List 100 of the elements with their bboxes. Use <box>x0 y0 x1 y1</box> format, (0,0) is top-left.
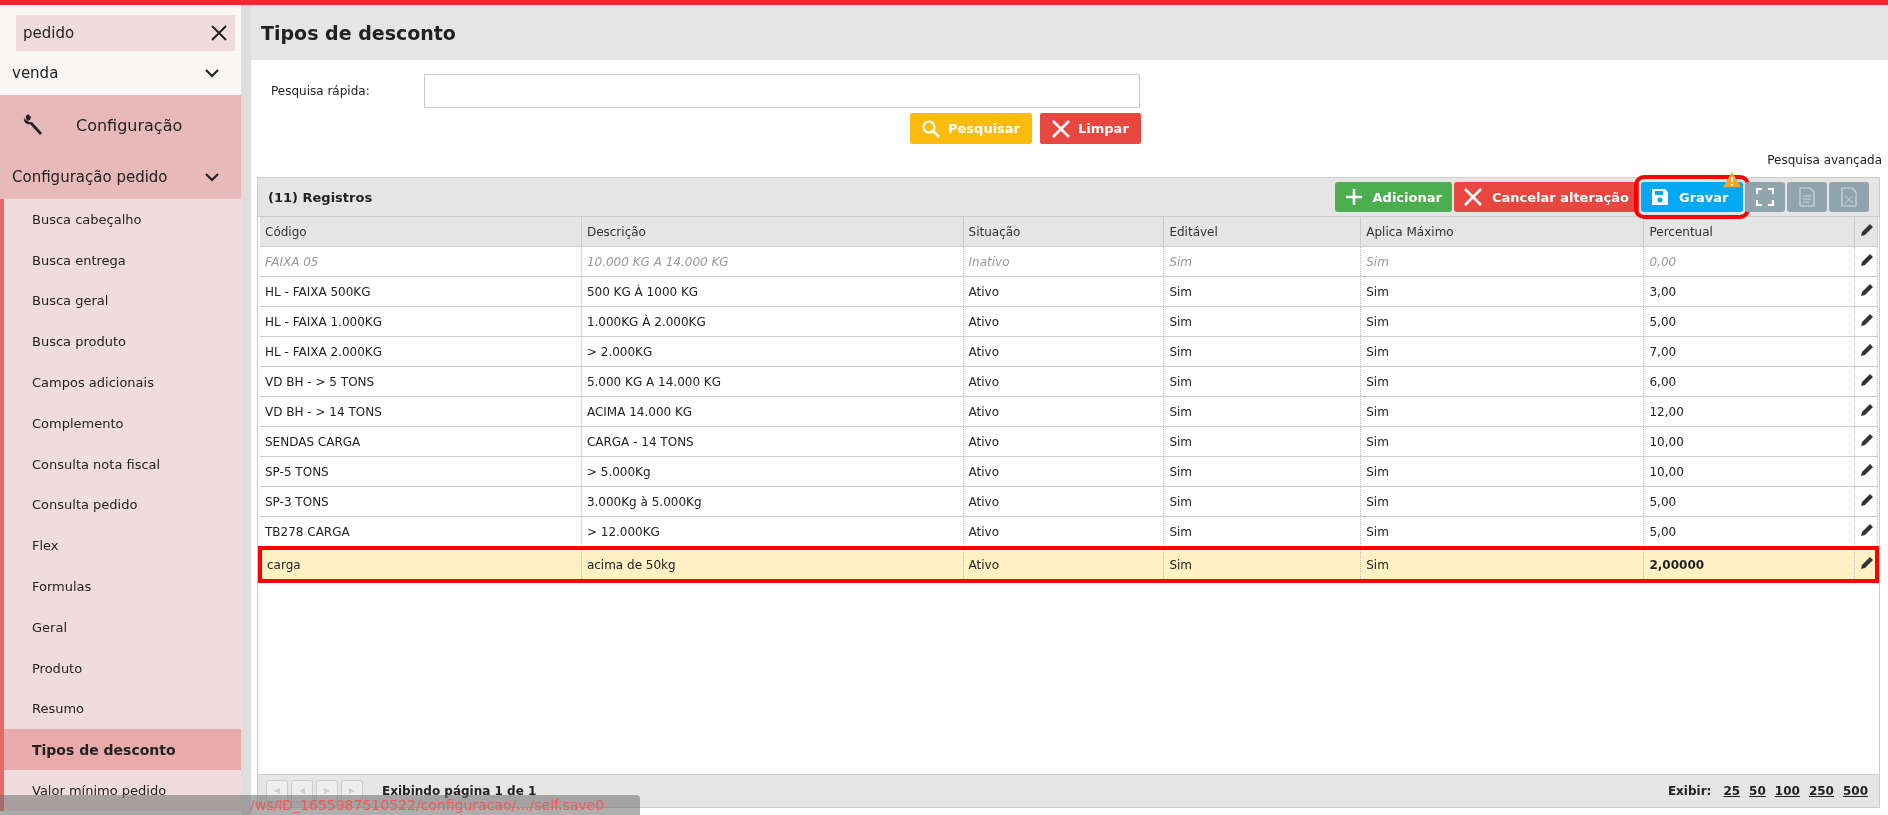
pencil-icon[interactable] <box>1859 462 1876 478</box>
menu-group[interactable]: venda <box>0 51 241 95</box>
advanced-search-link[interactable]: Pesquisa avançada <box>1767 153 1882 167</box>
table-cell: acima de 50kg <box>581 548 964 581</box>
table-cell: Sim <box>1360 246 1644 277</box>
menu-item[interactable]: Busca produto <box>0 321 241 363</box>
table-cell: 6,00 <box>1643 366 1855 397</box>
chevron-down-icon <box>205 68 219 78</box>
table-cell: 0,00 <box>1643 246 1855 277</box>
table-cell: Ativo <box>963 396 1164 427</box>
page-size-link[interactable]: 500 <box>1842 784 1868 798</box>
column-header[interactable]: Aplica Máximo <box>1360 217 1644 247</box>
triangle-icon <box>322 787 332 795</box>
pencil-icon[interactable] <box>1859 555 1876 571</box>
menu-group[interactable]: Configuração pedido <box>0 155 241 199</box>
table-cell: SENDAS CARGA <box>260 426 582 457</box>
page-size-link[interactable]: 50 <box>1749 784 1766 798</box>
column-header[interactable]: Editável <box>1163 217 1361 247</box>
pencil-icon[interactable] <box>1859 312 1876 328</box>
group-label: venda <box>12 64 59 82</box>
close-icon <box>1463 188 1482 206</box>
menu-item[interactable]: Complemento <box>0 403 241 444</box>
menu-item[interactable]: Flex <box>0 525 241 567</box>
table-cell: Ativo <box>963 306 1164 337</box>
table-cell: Sim <box>1163 246 1361 277</box>
table-cell: Ativo <box>963 426 1164 457</box>
table-cell: VD BH - > 5 TONS <box>260 366 582 397</box>
table-cell: Sim <box>1360 306 1644 337</box>
table-cell: Ativo <box>963 336 1164 367</box>
table-cell: SP-3 TONS <box>260 486 582 517</box>
page-size-link[interactable]: 100 <box>1774 784 1800 798</box>
table-cell: 500 KG À 1000 KG <box>581 276 964 307</box>
table-cell: FAIXA 05 <box>260 246 582 277</box>
record-count: (11) Registros <box>268 189 373 205</box>
table-cell: HL - FAIXA 1.000KG <box>260 306 582 337</box>
column-header[interactable]: Descrição <box>581 217 964 247</box>
close-icon <box>1052 119 1071 138</box>
menu-item[interactable]: Campos adicionais <box>0 362 241 403</box>
menu-item[interactable]: Busca geral <box>0 280 241 322</box>
field-label: Pesquisa rápida: <box>271 84 371 98</box>
table-cell: Sim <box>1360 548 1644 581</box>
table-cell: Ativo <box>963 456 1164 487</box>
table-cell: 3,00 <box>1643 276 1855 307</box>
xls-file-icon <box>1840 187 1858 207</box>
column-header[interactable]: Código <box>260 217 582 247</box>
menu-item[interactable]: Consulta pedido <box>0 484 241 526</box>
fullscreen-icon <box>1756 188 1774 206</box>
menu-search-bar[interactable]: pedido <box>16 15 235 51</box>
pencil-icon[interactable] <box>1859 402 1876 418</box>
table-cell: 10,00 <box>1643 456 1855 487</box>
table-cell: 10.000 KG A 14.000 KG <box>581 246 964 277</box>
fullscreen-button[interactable] <box>1745 182 1785 212</box>
table-cell: Ativo <box>963 486 1164 517</box>
menu-module[interactable]: Configuração <box>0 95 241 155</box>
csv-file-icon <box>1798 187 1816 207</box>
menu-item[interactable]: Consulta nota fiscal <box>0 443 241 485</box>
table-cell: Sim <box>1163 426 1361 457</box>
close-icon[interactable] <box>211 25 227 41</box>
page-size-label: Exibir: <box>1667 784 1712 798</box>
column-header[interactable]: Percentual <box>1643 217 1855 247</box>
clear-button[interactable]: Limpar <box>1040 113 1141 144</box>
pencil-icon[interactable] <box>1859 522 1876 538</box>
column-header[interactable]: Situação <box>963 217 1164 247</box>
pencil-icon[interactable] <box>1859 282 1876 298</box>
menu-search-input[interactable]: pedido <box>21 23 175 43</box>
menu-item[interactable]: Produto <box>0 647 241 689</box>
pencil-icon[interactable] <box>1859 432 1876 448</box>
pencil-icon[interactable] <box>1859 342 1876 358</box>
table-cell: Sim <box>1163 336 1361 367</box>
menu-item[interactable]: Formulas <box>0 566 241 607</box>
triangle-icon <box>272 787 282 795</box>
page-size-link[interactable]: 250 <box>1808 784 1834 798</box>
pencil-icon[interactable] <box>1859 492 1876 508</box>
table-cell: 7,00 <box>1643 336 1855 367</box>
pencil-icon[interactable] <box>1859 222 1876 238</box>
menu-item[interactable]: Valor mínimo pedido <box>0 770 241 811</box>
menu-item[interactable]: Resumo <box>0 688 241 730</box>
group-label: Configuração pedido <box>12 168 168 186</box>
quick-search-field[interactable] <box>424 74 1140 108</box>
plus-icon <box>1344 188 1363 206</box>
chevron-down-icon <box>205 172 219 182</box>
table-cell: 5.000 KG A 14.000 KG <box>581 366 964 397</box>
triangle-icon <box>297 787 307 795</box>
table-cell: 3.000Kg à 5.000Kg <box>581 486 964 517</box>
table-cell: Sim <box>1360 396 1644 427</box>
table-cell: carga <box>260 548 582 581</box>
menu-item[interactable]: Busca cabeçalho <box>0 199 241 240</box>
pencil-icon[interactable] <box>1859 372 1876 388</box>
table-cell: Sim <box>1163 486 1361 517</box>
menu-item[interactable]: Geral <box>0 606 241 648</box>
table-cell: Sim <box>1163 366 1361 397</box>
table-cell: 12,00 <box>1643 396 1855 427</box>
menu-item[interactable]: Tipos de desconto <box>0 729 241 771</box>
menu-item[interactable]: Busca entrega <box>0 239 241 281</box>
cancel-button[interactable]: Cancelar alteração <box>1453 182 1639 212</box>
table-cell: 1.000KG À 2.000KG <box>581 306 964 337</box>
table-cell: > 5.000Kg <box>581 456 964 487</box>
table-cell: ACIMA 14.000 KG <box>581 396 964 427</box>
page-info: Exibindo página 1 de 1 <box>382 784 537 798</box>
page-size-link[interactable]: 25 <box>1723 784 1741 798</box>
